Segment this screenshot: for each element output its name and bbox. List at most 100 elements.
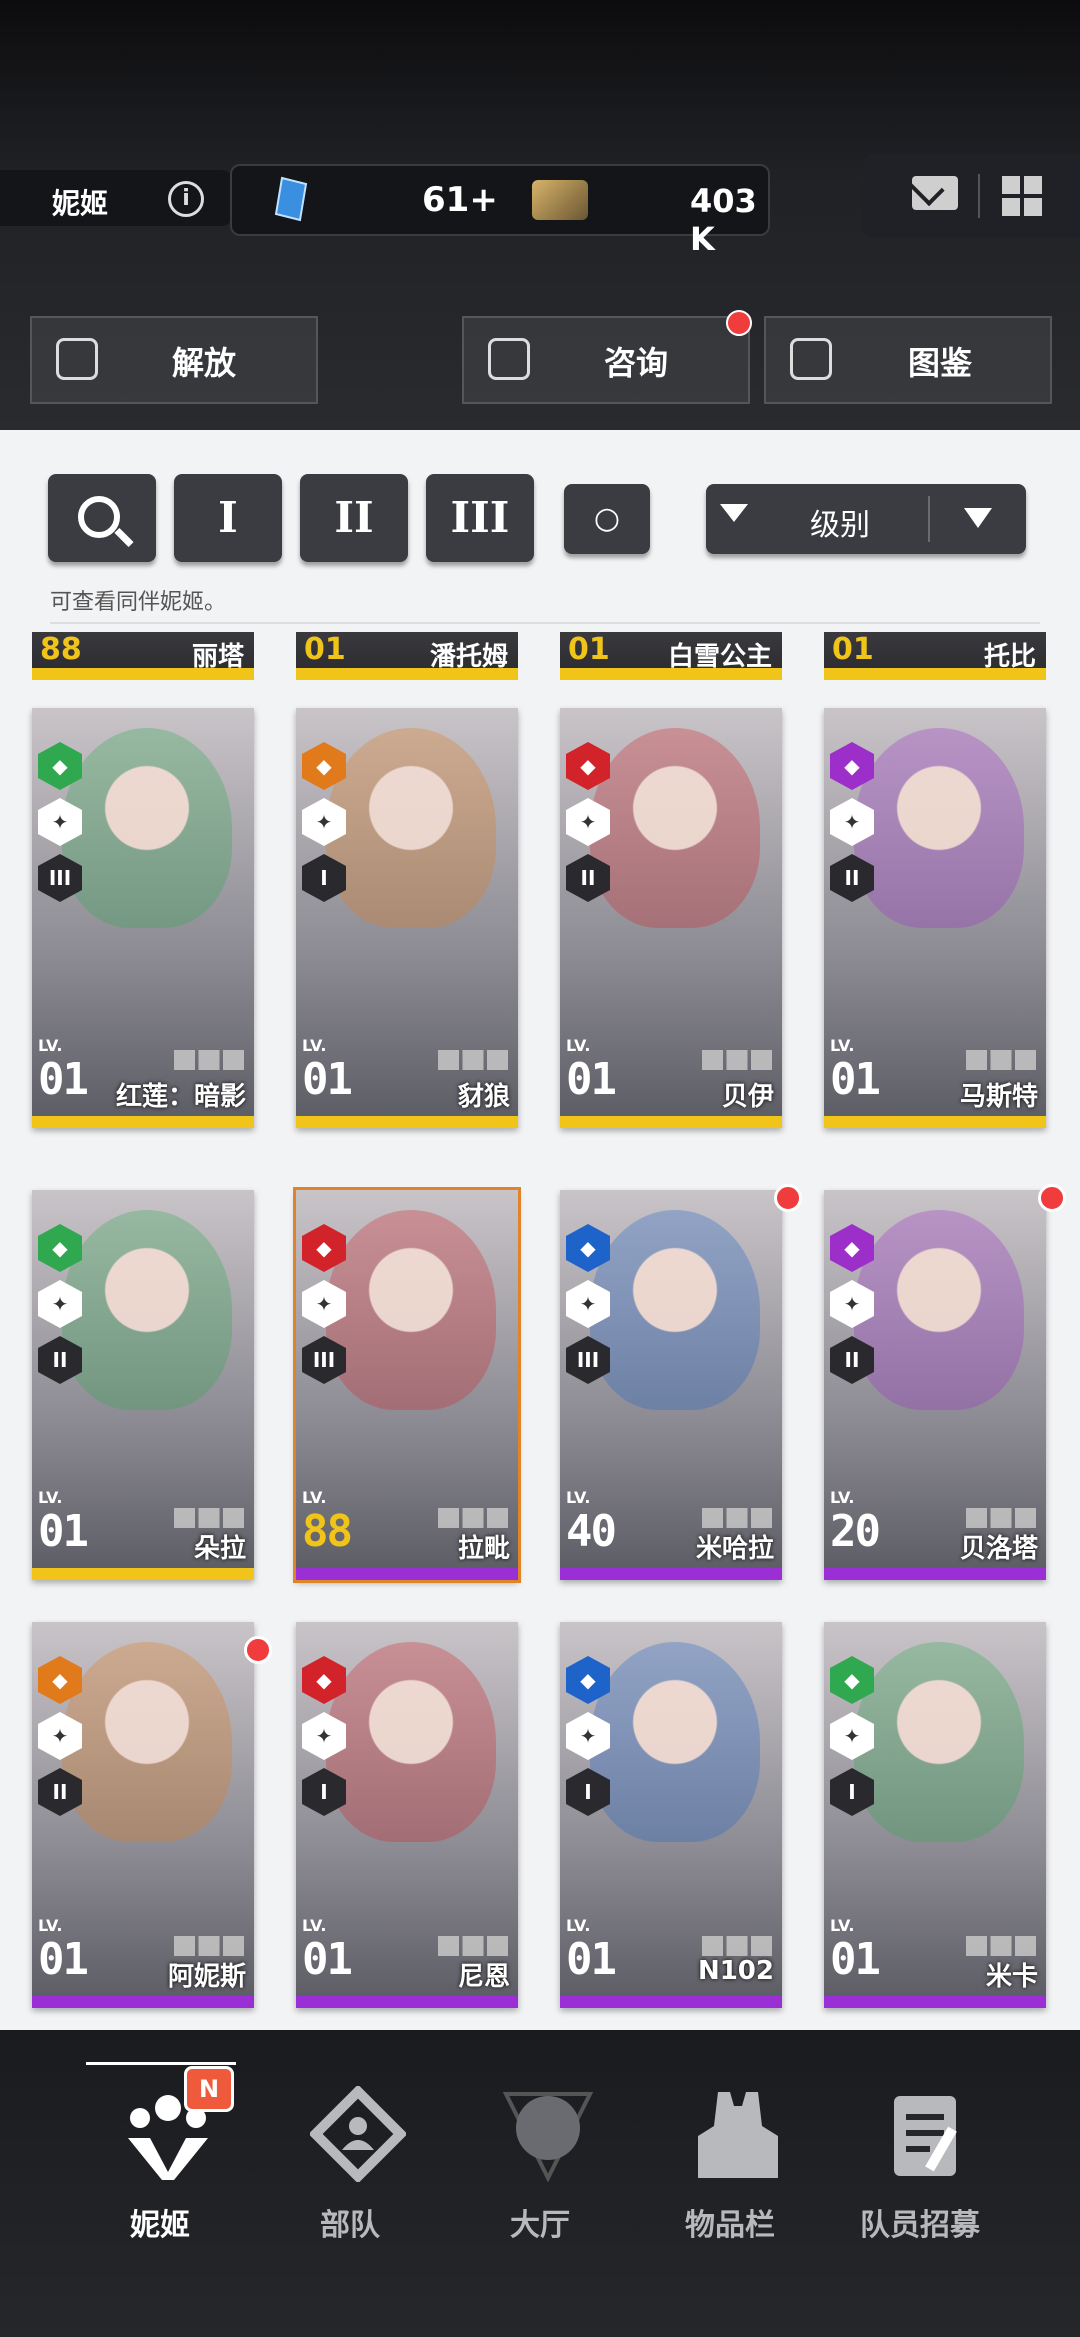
partial-card[interactable]: 01 潘托姆 (296, 632, 518, 680)
level-label: LV. (38, 1488, 63, 1507)
card-name: 朵拉 (193, 1534, 246, 1564)
card-level: 40 (566, 1506, 617, 1557)
nikke-card[interactable]: ◆ ✦ I LV. 01 尼恩 (296, 1622, 518, 2008)
page-title: 妮姬 (52, 187, 109, 220)
level-label: LV. (566, 1488, 591, 1507)
credit-card-icon (532, 180, 588, 220)
star-rating (174, 1936, 244, 1956)
card-name: 米卡 (985, 1962, 1038, 1992)
card-level: 88 (302, 1506, 353, 1557)
nav-label-recruit: 队员招募 (860, 2208, 980, 2243)
nikke-card[interactable]: ◆ ✦ II LV. 01 朵拉 (32, 1190, 254, 1580)
card-name: 豺狼 (457, 1082, 510, 1112)
squad-icon (310, 2086, 406, 2182)
rarity-bar (560, 1568, 782, 1580)
nav-item-squad[interactable]: 部队 (260, 2030, 440, 2337)
nav-item-lobby[interactable]: 大厅 (450, 2030, 630, 2337)
tier-filter-2[interactable]: II (300, 474, 408, 562)
card-level: 01 (38, 1054, 89, 1105)
search-button[interactable] (48, 474, 156, 562)
character-portrait (326, 1210, 496, 1410)
level-label: LV. (566, 1036, 591, 1055)
nikke-card[interactable]: ◆ ✦ III LV. 40 米哈拉 (560, 1190, 782, 1580)
star-rating (966, 1508, 1036, 1528)
gem-count[interactable]: 61+ (422, 180, 498, 220)
rarity-bar (560, 1116, 782, 1128)
character-portrait (590, 1210, 760, 1410)
nikke-card[interactable]: ◆ ✦ I LV. 01 N102 (560, 1622, 782, 2008)
star-rating (438, 1508, 508, 1528)
inventory-vest-icon (698, 2092, 778, 2178)
nikke-card[interactable]: ◆ ✦ I LV. 01 豺狼 (296, 708, 518, 1128)
menu-grid-icon[interactable] (1002, 176, 1042, 216)
rarity-bar (824, 1996, 1046, 2008)
consult-notification-dot (726, 310, 752, 336)
release-button[interactable]: 解放 (30, 316, 318, 404)
star-rating (702, 1050, 772, 1070)
character-portrait (590, 728, 760, 928)
card-level: 01 (568, 632, 610, 667)
notification-dot (1038, 1184, 1066, 1212)
star-rating (174, 1050, 244, 1070)
card-name: N102 (697, 1956, 774, 1986)
sort-dropdown[interactable]: 级别 (706, 484, 1026, 554)
filter-icon (720, 504, 748, 522)
partial-card[interactable]: 01 白雪公主 (560, 632, 782, 680)
star-rating (966, 1050, 1036, 1070)
card-level: 01 (302, 1934, 353, 1985)
card-level: 01 (566, 1934, 617, 1985)
nikke-card[interactable]: ◆ ✦ III LV. 01 红莲：暗影 (32, 708, 254, 1128)
nikke-card[interactable]: ◆ ✦ II LV. 01 贝伊 (560, 708, 782, 1128)
partial-card[interactable]: 01 托比 (824, 632, 1046, 680)
divider (978, 174, 980, 218)
mail-icon[interactable] (912, 176, 958, 210)
currency-bar: 61+ 403 K (230, 164, 770, 258)
rarity-bar (32, 1116, 254, 1128)
nav-item-recruit[interactable]: 队员招募 (830, 2030, 1010, 2337)
consult-label: 咨询 (604, 344, 669, 382)
level-label: LV. (38, 1916, 63, 1935)
rarity-bar (32, 1996, 254, 2008)
release-icon (56, 338, 98, 380)
partial-card[interactable]: 88 丽塔 (32, 632, 254, 680)
character-portrait (326, 1642, 496, 1842)
character-portrait (62, 1210, 232, 1410)
circle-filter-button[interactable]: ○ (564, 484, 650, 554)
level-label: LV. (302, 1036, 327, 1055)
archive-button[interactable]: 图鉴 (764, 316, 1052, 404)
star-rating (438, 1936, 508, 1956)
hint-text: 可查看同伴妮姬。 (50, 590, 227, 615)
nikke-card[interactable]: ◆ ✦ II LV. 01 马斯特 (824, 708, 1046, 1128)
nikke-card[interactable]: ◆ ✦ II LV. 01 阿妮斯 (32, 1622, 254, 2008)
sort-label: 级别 (810, 508, 870, 543)
bottom-nav: 妮姬 N 部队 大厅 物品栏 队员招募 (0, 2030, 1080, 2337)
gem-icon (274, 176, 308, 222)
nikke-card[interactable]: ◆ ✦ III LV. 88 拉毗 (293, 1187, 521, 1583)
card-level: 01 (302, 1054, 353, 1105)
card-level: 01 (830, 1934, 881, 1985)
nav-item-inventory[interactable]: 物品栏 (640, 2030, 820, 2337)
star-rating (702, 1936, 772, 1956)
tier-filter-3[interactable]: III (426, 474, 534, 562)
card-name: 马斯特 (959, 1082, 1038, 1112)
card-level: 01 (830, 1054, 881, 1105)
character-portrait (326, 728, 496, 928)
nikke-name-pill: 妮姬 i (0, 170, 232, 226)
character-portrait (62, 728, 232, 928)
info-icon[interactable]: i (168, 181, 204, 217)
consult-button[interactable]: 咨询 (462, 316, 750, 404)
card-name: 尼恩 (457, 1962, 510, 1992)
rarity-bar (560, 1996, 782, 2008)
card-name: 米哈拉 (695, 1534, 774, 1564)
nikke-card[interactable]: ◆ ✦ II LV. 20 贝洛塔 (824, 1190, 1046, 1580)
rarity-bar (824, 668, 1046, 680)
chevron-down-icon[interactable] (964, 508, 992, 528)
notification-dot (244, 1636, 272, 1664)
rarity-bar (560, 668, 782, 680)
system-buttons (862, 154, 1080, 238)
nikke-card[interactable]: ◆ ✦ I LV. 01 米卡 (824, 1622, 1046, 2008)
card-level: 01 (566, 1054, 617, 1105)
level-label: LV. (830, 1036, 855, 1055)
card-level: 88 (40, 632, 82, 667)
tier-filter-1[interactable]: I (174, 474, 282, 562)
